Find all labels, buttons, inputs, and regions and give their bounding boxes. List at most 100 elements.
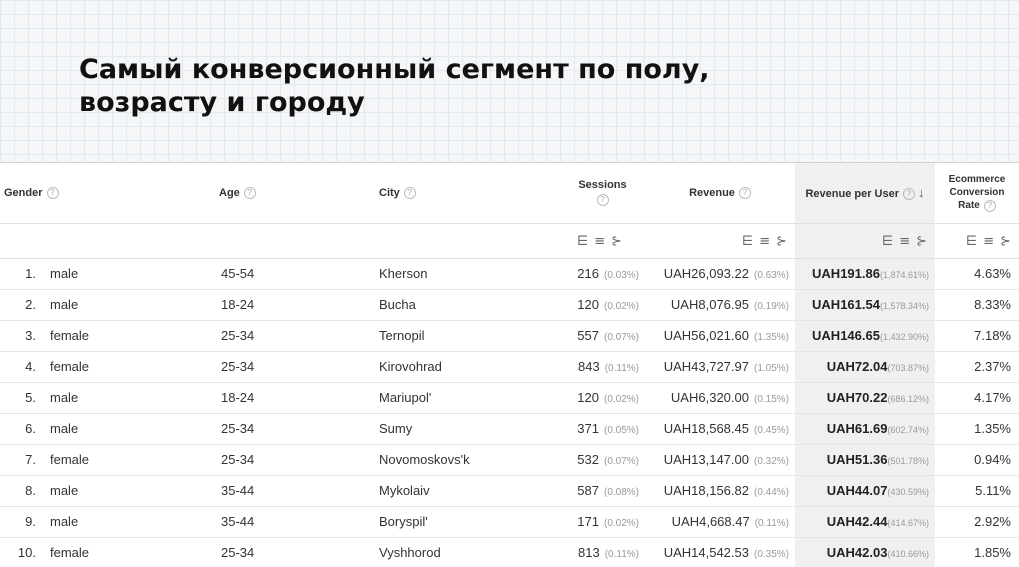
age-value[interactable]: 25-34 — [221, 359, 254, 374]
revenue-per-user-value: UAH42.03 — [826, 545, 888, 560]
table-row[interactable]: 3. female 25-34 Ternopil 557 (0.07%) UAH56… — [0, 320, 1019, 352]
col-header-label-line2: Conversion — [949, 187, 1005, 199]
gender-value[interactable]: male — [50, 421, 78, 436]
city-value[interactable]: Bucha — [379, 297, 416, 312]
gender-value[interactable]: female — [50, 359, 89, 374]
conversion-rate-value: 1.35% — [974, 421, 1011, 436]
sessions-percent: (0.08%) — [603, 487, 639, 498]
col-header-ecommerce-conversion-rate[interactable]: Ecommerce Conversion Rate? — [935, 163, 1019, 224]
row-index: 3. — [25, 328, 36, 343]
sessions-percent: (0.03%) — [603, 270, 639, 281]
age-value[interactable]: 25-34 — [221, 421, 254, 436]
conversion-rate-value: 0.94% — [974, 452, 1011, 467]
sessions-value: 120 — [577, 390, 599, 405]
sort-descending-icon[interactable]: ↓ — [918, 185, 925, 200]
row-index: 5. — [25, 390, 36, 405]
gender-value[interactable]: male — [50, 266, 78, 281]
gender-value[interactable]: male — [50, 483, 78, 498]
table-row[interactable]: 10. female 25-34 Vyshhorod 813 (0.11%) UAH… — [0, 537, 1019, 567]
gender-value[interactable]: female — [50, 452, 89, 467]
revenue-value: UAH13,147.00 — [663, 452, 749, 467]
col-header-gender[interactable]: Gender? — [0, 163, 215, 224]
city-value[interactable]: Kherson — [379, 266, 427, 281]
age-value[interactable]: 35-44 — [221, 514, 254, 529]
revenue-value: UAH14,542.53 — [663, 545, 749, 560]
report-table-panel: Gender? Age? City? Sessions ? Revenue? R… — [0, 162, 1019, 567]
revenue-per-user-value: UAH44.07 — [826, 483, 888, 498]
table-row[interactable]: 5. male 18-24 Mariupol' 120 (0.02%) UAH6,3… — [0, 382, 1019, 414]
table-row[interactable]: 1. male 45-54 Kherson 216 (0.03%) UAH26,09… — [0, 258, 1019, 290]
help-icon[interactable]: ? — [243, 186, 256, 199]
row-index: 10. — [17, 545, 36, 560]
age-value[interactable]: 25-34 — [221, 328, 254, 343]
age-value[interactable]: 35-44 — [221, 483, 254, 498]
sessions-value: 120 — [577, 297, 599, 312]
conversion-rate-value: 2.92% — [974, 514, 1011, 529]
help-icon[interactable]: ? — [983, 199, 996, 212]
col-header-revenue[interactable]: Revenue? — [645, 163, 795, 224]
age-value[interactable]: 18-24 — [221, 297, 254, 312]
revenue-value: UAH18,156.82 — [663, 483, 749, 498]
col-header-revenue-per-user[interactable]: Revenue per User? ↓ — [795, 163, 935, 224]
revenue-per-user-percent: (602.74%) — [887, 425, 929, 435]
revenue-value: UAH43,727.97 — [663, 359, 749, 374]
gender-value[interactable]: male — [50, 390, 78, 405]
gender-value[interactable]: male — [50, 514, 78, 529]
revenue-value: UAH26,093.22 — [663, 266, 749, 281]
row-index: 7. — [25, 452, 36, 467]
help-icon[interactable]: ? — [596, 194, 609, 207]
age-value[interactable]: 25-34 — [221, 452, 254, 467]
row-index: 4. — [25, 359, 36, 374]
revenue-per-user-percent: (1,874.61%) — [879, 270, 929, 280]
help-icon[interactable]: ? — [46, 186, 59, 199]
city-value[interactable]: Mykolaiv — [379, 483, 430, 498]
table-row[interactable]: 9. male 35-44 Boryspil' 171 (0.02%) UAH4,6… — [0, 506, 1019, 538]
col-header-sessions[interactable]: Sessions ? — [560, 163, 645, 224]
city-value[interactable]: Boryspil' — [379, 514, 428, 529]
city-value[interactable]: Kirovohrad — [379, 359, 442, 374]
city-value[interactable]: Novomoskovs'k — [379, 452, 470, 467]
help-icon[interactable]: ? — [403, 186, 416, 199]
conversion-rate-value: 4.63% — [974, 266, 1011, 281]
sessions-value: 813 — [578, 545, 600, 560]
col-header-label: Revenue — [689, 186, 735, 199]
city-value[interactable]: Sumy — [379, 421, 412, 436]
age-value[interactable]: 18-24 — [221, 390, 254, 405]
column-display-controls-icon[interactable]: ⋿≡⊱ — [882, 234, 933, 249]
city-value[interactable]: Ternopil — [379, 328, 425, 343]
gender-value[interactable]: female — [50, 328, 89, 343]
table-row[interactable]: 2. male 18-24 Bucha 120 (0.02%) UAH8,076.9… — [0, 289, 1019, 321]
age-value[interactable]: 25-34 — [221, 545, 254, 560]
revenue-percent: (0.63%) — [753, 270, 789, 281]
column-display-controls-icon[interactable]: ⋿≡⊱ — [577, 234, 628, 249]
age-value[interactable]: 45-54 — [221, 266, 254, 281]
help-icon[interactable]: ? — [903, 188, 916, 201]
col-header-city[interactable]: City? — [375, 163, 560, 224]
table-row[interactable]: 6. male 25-34 Sumy 371 (0.05%) UAH18,568.4… — [0, 413, 1019, 445]
revenue-per-user-value: UAH72.04 — [826, 359, 888, 374]
row-index: 2. — [25, 297, 36, 312]
table-row[interactable]: 4. female 25-34 Kirovohrad 843 (0.11%) UAH… — [0, 351, 1019, 383]
sessions-value: 843 — [578, 359, 600, 374]
column-display-controls-icon[interactable]: ⋿≡⊱ — [966, 234, 1017, 249]
revenue-per-user-percent: (1,432.90%) — [879, 332, 929, 342]
gender-value[interactable]: male — [50, 297, 78, 312]
gender-value[interactable]: female — [50, 545, 89, 560]
table-row[interactable]: 8. male 35-44 Mykolaiv 587 (0.08%) UAH18,1… — [0, 475, 1019, 507]
revenue-percent: (0.32%) — [753, 456, 789, 467]
revenue-per-user-value: UAH42.44 — [826, 514, 888, 529]
table-row[interactable]: 7. female 25-34 Novomoskovs'k 532 (0.07%) … — [0, 444, 1019, 476]
city-value[interactable]: Mariupol' — [379, 390, 431, 405]
column-display-controls-icon[interactable]: ⋿≡⊱ — [742, 234, 793, 249]
sessions-value: 371 — [577, 421, 599, 436]
conversion-rate-value: 4.17% — [974, 390, 1011, 405]
help-icon[interactable]: ? — [738, 186, 751, 199]
sessions-value: 587 — [577, 483, 599, 498]
revenue-value: UAH18,568.45 — [663, 421, 749, 436]
sessions-percent: (0.02%) — [603, 394, 639, 405]
city-value[interactable]: Vyshhorod — [379, 545, 441, 560]
col-header-age[interactable]: Age? — [215, 163, 375, 224]
col-header-label: City — [379, 186, 400, 199]
sessions-percent: (0.07%) — [603, 332, 639, 343]
conversion-rate-value: 5.11% — [975, 483, 1011, 498]
